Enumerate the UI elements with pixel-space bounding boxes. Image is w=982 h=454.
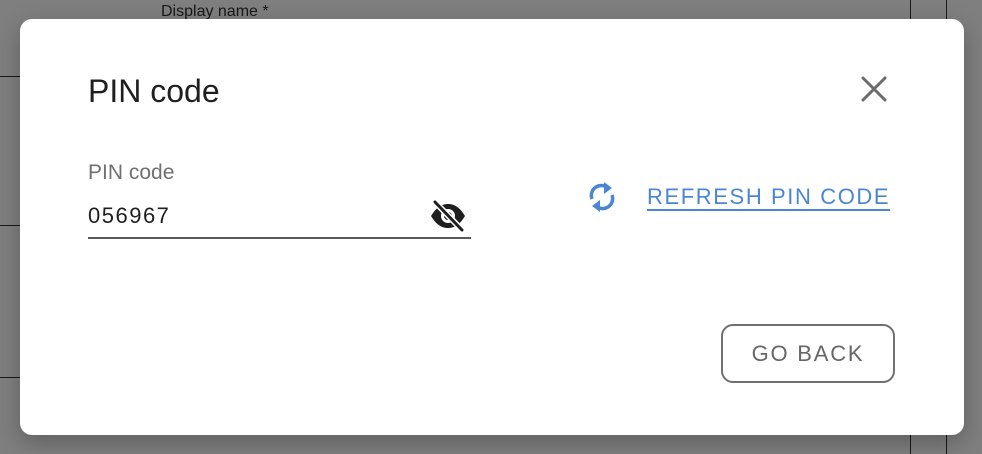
eye-off-icon <box>431 200 465 232</box>
refresh-icon <box>586 178 618 216</box>
go-back-button[interactable]: GO BACK <box>721 324 895 383</box>
refresh-pin-code-button[interactable]: REFRESH PIN CODE <box>586 178 890 216</box>
pin-code-label: PIN code <box>88 161 175 184</box>
dialog-title: PIN code <box>88 73 220 109</box>
pin-code-input[interactable] <box>88 199 418 233</box>
input-underline <box>88 237 471 239</box>
toggle-visibility-button[interactable] <box>428 199 468 233</box>
refresh-pin-code-label: REFRESH PIN CODE <box>647 184 891 209</box>
close-button[interactable] <box>856 71 892 107</box>
pin-code-dialog: PIN code PIN code 056967 REFRESH PIN COD… <box>20 19 964 435</box>
pin-code-field: PIN code <box>88 159 471 239</box>
close-icon <box>861 76 887 102</box>
